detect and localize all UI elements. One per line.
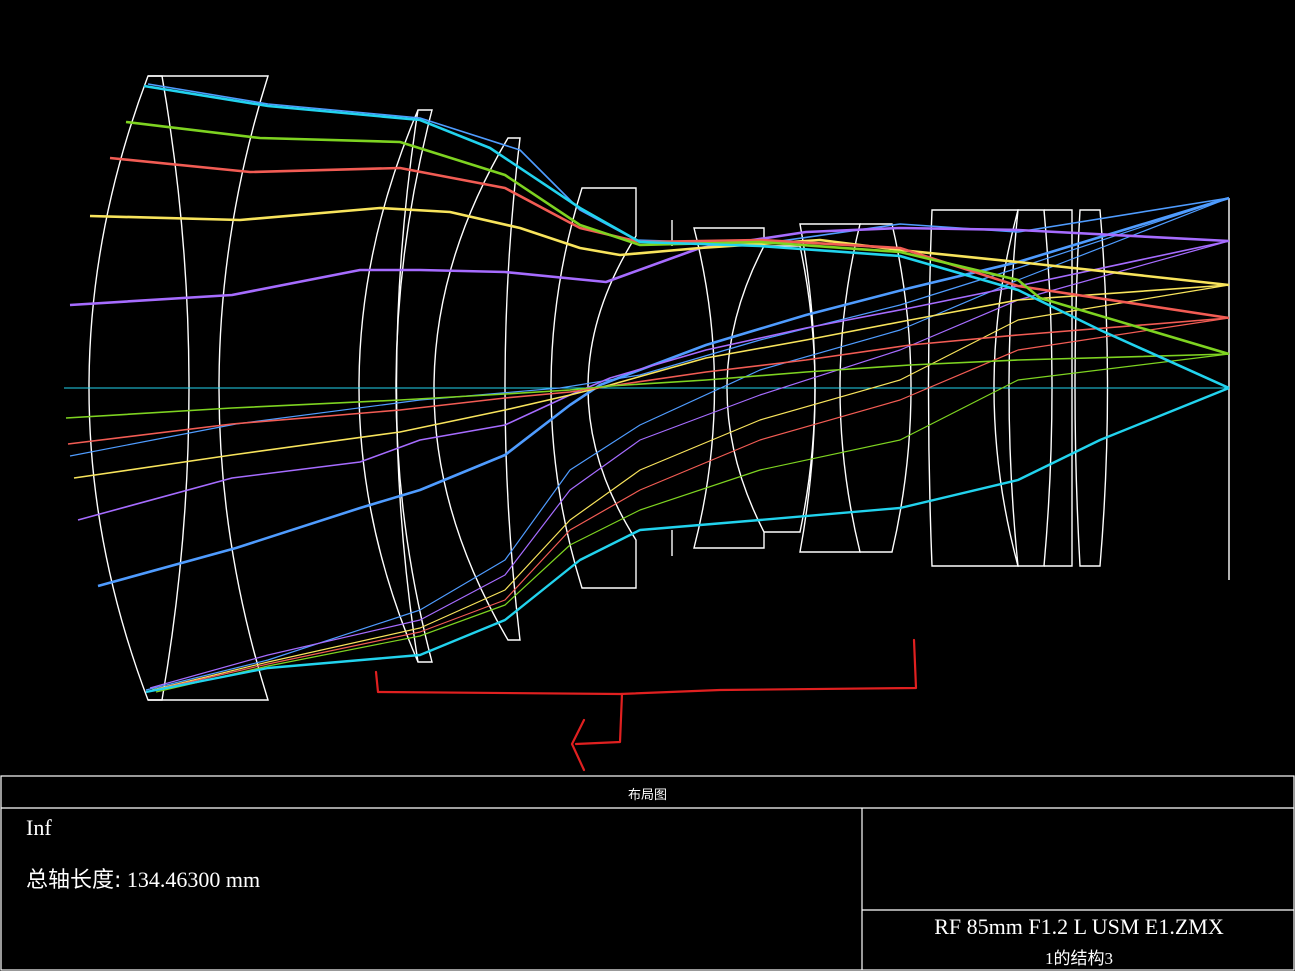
red-annotation-bracket xyxy=(374,638,918,772)
lens-file-name: RF 85mm F1.2 L USM E1.ZMX xyxy=(934,914,1224,939)
lens-layout-diagram xyxy=(0,75,1295,971)
plot-title: 布局图 xyxy=(627,788,667,803)
total-axial-length: 总轴长度: 134.46300 mm xyxy=(26,862,260,894)
configuration-label: 1的结构3 xyxy=(1045,949,1113,968)
axis-length-value: 134.46300 mm xyxy=(126,867,261,892)
ray-group-field-1 xyxy=(143,84,1230,694)
lens-element-4 xyxy=(395,109,419,663)
ray-group-field-2 xyxy=(65,120,1230,693)
ray-group-field-4 xyxy=(73,206,1230,691)
layout-plot-window: 布局图 Inf 总轴长度: 134.46300 mm RF 85mm F1.2 … xyxy=(0,0,1295,971)
lens-element-8 xyxy=(764,245,816,533)
ray-group-field-3 xyxy=(67,156,1230,691)
axis-length-label: 总轴长度: xyxy=(26,868,122,893)
lens-element-5 xyxy=(433,137,521,641)
ray-group-field-6 xyxy=(69,83,1230,691)
field-label: Inf xyxy=(26,815,52,840)
lens-element-3 xyxy=(358,109,433,663)
